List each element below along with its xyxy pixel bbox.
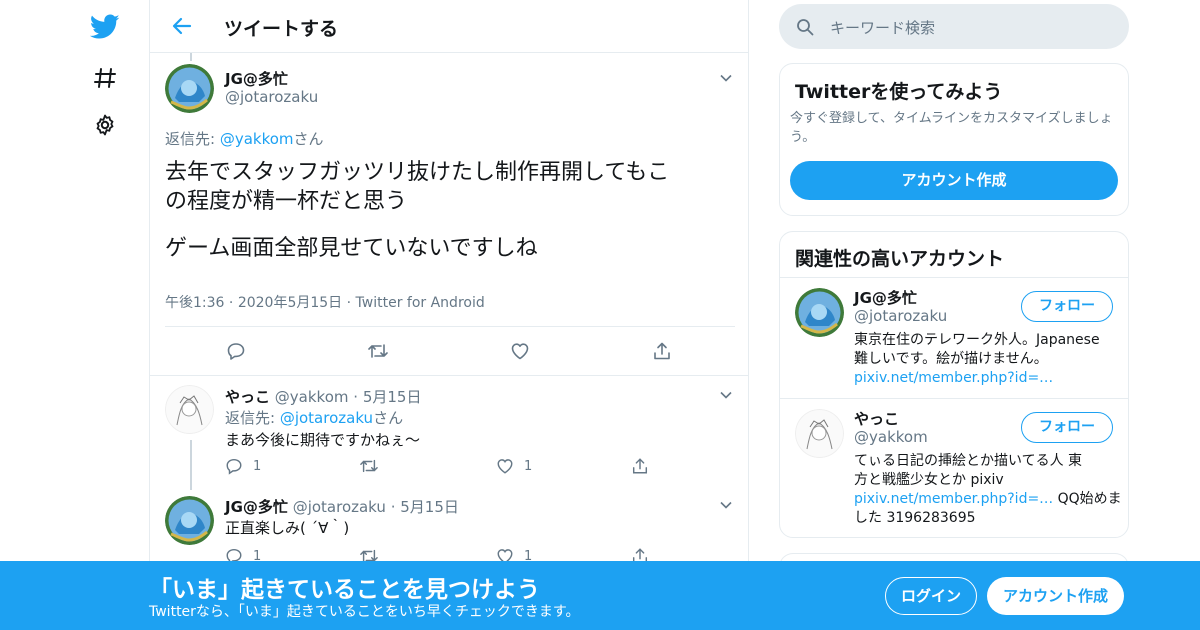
divider xyxy=(165,326,735,327)
tweet-source: Twitter for Android xyxy=(355,295,485,311)
reply-context: 返信先: @jotarozakuさん xyxy=(225,407,403,428)
card-description: 今すぐ登録して、タイムラインをカスタマイズしましょ う。 xyxy=(790,109,1113,147)
divider xyxy=(150,375,748,376)
divider xyxy=(780,277,1128,278)
like-button[interactable] xyxy=(510,341,530,361)
display-name[interactable]: やっこ xyxy=(854,408,899,429)
page-header: ツイートする xyxy=(150,0,748,53)
display-name[interactable]: JG@多忙 xyxy=(854,287,917,308)
reply-icon xyxy=(227,343,245,360)
handle[interactable]: @yakkom xyxy=(854,428,928,446)
search-input[interactable]: キーワード検索 xyxy=(830,17,935,38)
banner-signup-button[interactable]: アカウント作成 xyxy=(987,577,1124,615)
tweet-text: 去年でスタッフガッツリ抜けたし制作再開してもこ の程度が精一杯だと思う ゲーム画… xyxy=(165,158,735,263)
account-bio: 東京在住のテレワーク外人。Japanese 難しいです。絵が描けません。 pix… xyxy=(854,331,1124,388)
handle[interactable]: @jotarozaku xyxy=(225,88,318,106)
bio-link[interactable]: pixiv.net/member.php?id=… xyxy=(854,491,1053,507)
account-bio: てぃる日記の挿絵とか描いてる人 東 方と戦艦少女とか pixiv pixiv.n… xyxy=(854,452,1124,528)
display-name[interactable]: JG@多忙 xyxy=(225,498,288,516)
retweet-icon xyxy=(368,344,388,358)
share-button[interactable] xyxy=(652,341,672,361)
retweet-icon xyxy=(360,459,378,473)
reply-text: まあ今後に期待ですかねぇ～ xyxy=(225,431,421,449)
reply-count: 1 xyxy=(253,458,262,474)
reply-date[interactable]: 5月15日 xyxy=(363,388,422,406)
reply-date[interactable]: 5月15日 xyxy=(400,498,459,516)
thread-line xyxy=(190,440,192,490)
bio-link[interactable]: pixiv.net/member.php?id=… xyxy=(854,370,1053,386)
reply-context: 返信先: @yakkomさん xyxy=(165,128,324,149)
reply-prefix: 返信先: xyxy=(165,130,220,148)
retweet-button[interactable] xyxy=(367,341,389,361)
chevron-down-icon[interactable] xyxy=(719,70,733,84)
reply-header: JG@多忙 @jotarozaku · 5月15日 xyxy=(225,498,459,516)
reply-suffix: さん xyxy=(293,130,324,148)
chevron-down-icon[interactable] xyxy=(719,387,733,401)
handle[interactable]: @jotarozaku xyxy=(854,307,947,325)
card-title: 関連性の高いアカウント xyxy=(795,248,1005,270)
handle[interactable]: @jotarozaku xyxy=(293,498,386,516)
card-desc-line: う。 xyxy=(790,130,816,145)
card-title: Twitterを使ってみよう xyxy=(795,81,1003,103)
share-button[interactable] xyxy=(631,457,649,475)
avatar[interactable] xyxy=(165,496,214,545)
hashtag-icon[interactable] xyxy=(90,63,120,93)
reply-suffix: さん xyxy=(373,409,404,427)
signup-banner: 「いま」起きていることを見つけよう Twitterなら、「いま」起きていることを… xyxy=(0,561,1200,630)
reply-mention-link[interactable]: @yakkom xyxy=(220,130,294,148)
follow-button[interactable]: フォロー xyxy=(1021,412,1113,443)
back-arrow-icon[interactable] xyxy=(170,14,194,38)
like-count: 1 xyxy=(524,458,533,474)
bio-line: 方と戦艦少女とか pixiv xyxy=(854,472,1004,488)
heart-icon xyxy=(511,343,529,360)
divider xyxy=(780,398,1128,399)
reply-button[interactable]: 1 xyxy=(225,457,261,475)
twitter-bird-icon[interactable] xyxy=(90,12,120,42)
search-box[interactable]: キーワード検索 xyxy=(779,4,1129,49)
tweet-time[interactable]: 午後1:36 xyxy=(165,295,224,311)
reply-text: 正直楽しみ( ´∀｀) xyxy=(225,519,350,537)
tweet-metadata: 午後1:36 · 2020年5月15日 · Twitter for Androi… xyxy=(165,295,485,311)
reply-mention-link[interactable]: @jotarozaku xyxy=(280,409,373,427)
related-accounts-card: 関連性の高いアカウント JG@多忙 @jotarozaku フォロー 東京在住の… xyxy=(779,231,1129,538)
card-desc-line: 今すぐ登録して、タイムラインをカスタマイズしましょ xyxy=(790,111,1113,126)
reply-icon xyxy=(226,458,242,475)
reply-button[interactable] xyxy=(226,341,246,361)
page-title: ツイートする xyxy=(224,18,339,40)
tweet-text-line: 去年でスタッフガッツリ抜けたし制作再開してもこ xyxy=(165,160,670,185)
bio-line: した 3196283695 xyxy=(854,510,976,526)
tweet-text-line: ゲーム画面全部見せていないですしね xyxy=(165,236,538,261)
avatar[interactable] xyxy=(795,409,844,458)
search-icon xyxy=(797,19,814,36)
thread-line xyxy=(190,53,192,61)
avatar[interactable] xyxy=(165,64,214,113)
chevron-down-icon[interactable] xyxy=(719,497,733,511)
reply-header: やっこ @yakkom · 5月15日 xyxy=(225,388,422,406)
gear-icon[interactable] xyxy=(90,110,120,140)
bio-line: てぃる日記の挿絵とか描いてる人 東 xyxy=(854,453,1083,469)
follow-button[interactable]: フォロー xyxy=(1021,291,1113,322)
tweet-date[interactable]: 2020年5月15日 xyxy=(238,295,342,311)
avatar[interactable] xyxy=(165,385,214,434)
share-icon xyxy=(632,458,648,474)
bio-text: QQ始めま xyxy=(1053,491,1122,507)
main-column: ツイートする JG@多忙 @jotarozaku 返信先: @yakkomさん … xyxy=(149,0,749,630)
display-name[interactable]: やっこ xyxy=(225,388,270,406)
tweet-text-line: の程度が精一杯だと思う xyxy=(165,189,408,214)
heart-icon xyxy=(497,459,513,474)
banner-subtext: Twitterなら、「いま」起きていることをいち早くチェックできます。 xyxy=(149,604,580,620)
signup-card: Twitterを使ってみよう 今すぐ登録して、タイムラインをカスタマイズしましょ… xyxy=(779,63,1129,216)
like-button[interactable]: 1 xyxy=(496,457,532,475)
banner-headline: 「いま」起きていることを見つけよう xyxy=(149,577,540,603)
avatar[interactable] xyxy=(795,288,844,337)
share-icon xyxy=(654,342,670,360)
signup-button[interactable]: アカウント作成 xyxy=(790,161,1118,200)
reply-prefix: 返信先: xyxy=(225,409,280,427)
login-button[interactable]: ログイン xyxy=(885,577,977,615)
bio-line: 東京在住のテレワーク外人。Japanese xyxy=(854,332,1100,348)
retweet-button[interactable] xyxy=(359,457,379,475)
bio-line: 難しいです。絵が描けません。 xyxy=(854,351,1048,367)
display-name[interactable]: JG@多忙 xyxy=(225,68,288,89)
handle[interactable]: @yakkom xyxy=(275,388,349,406)
